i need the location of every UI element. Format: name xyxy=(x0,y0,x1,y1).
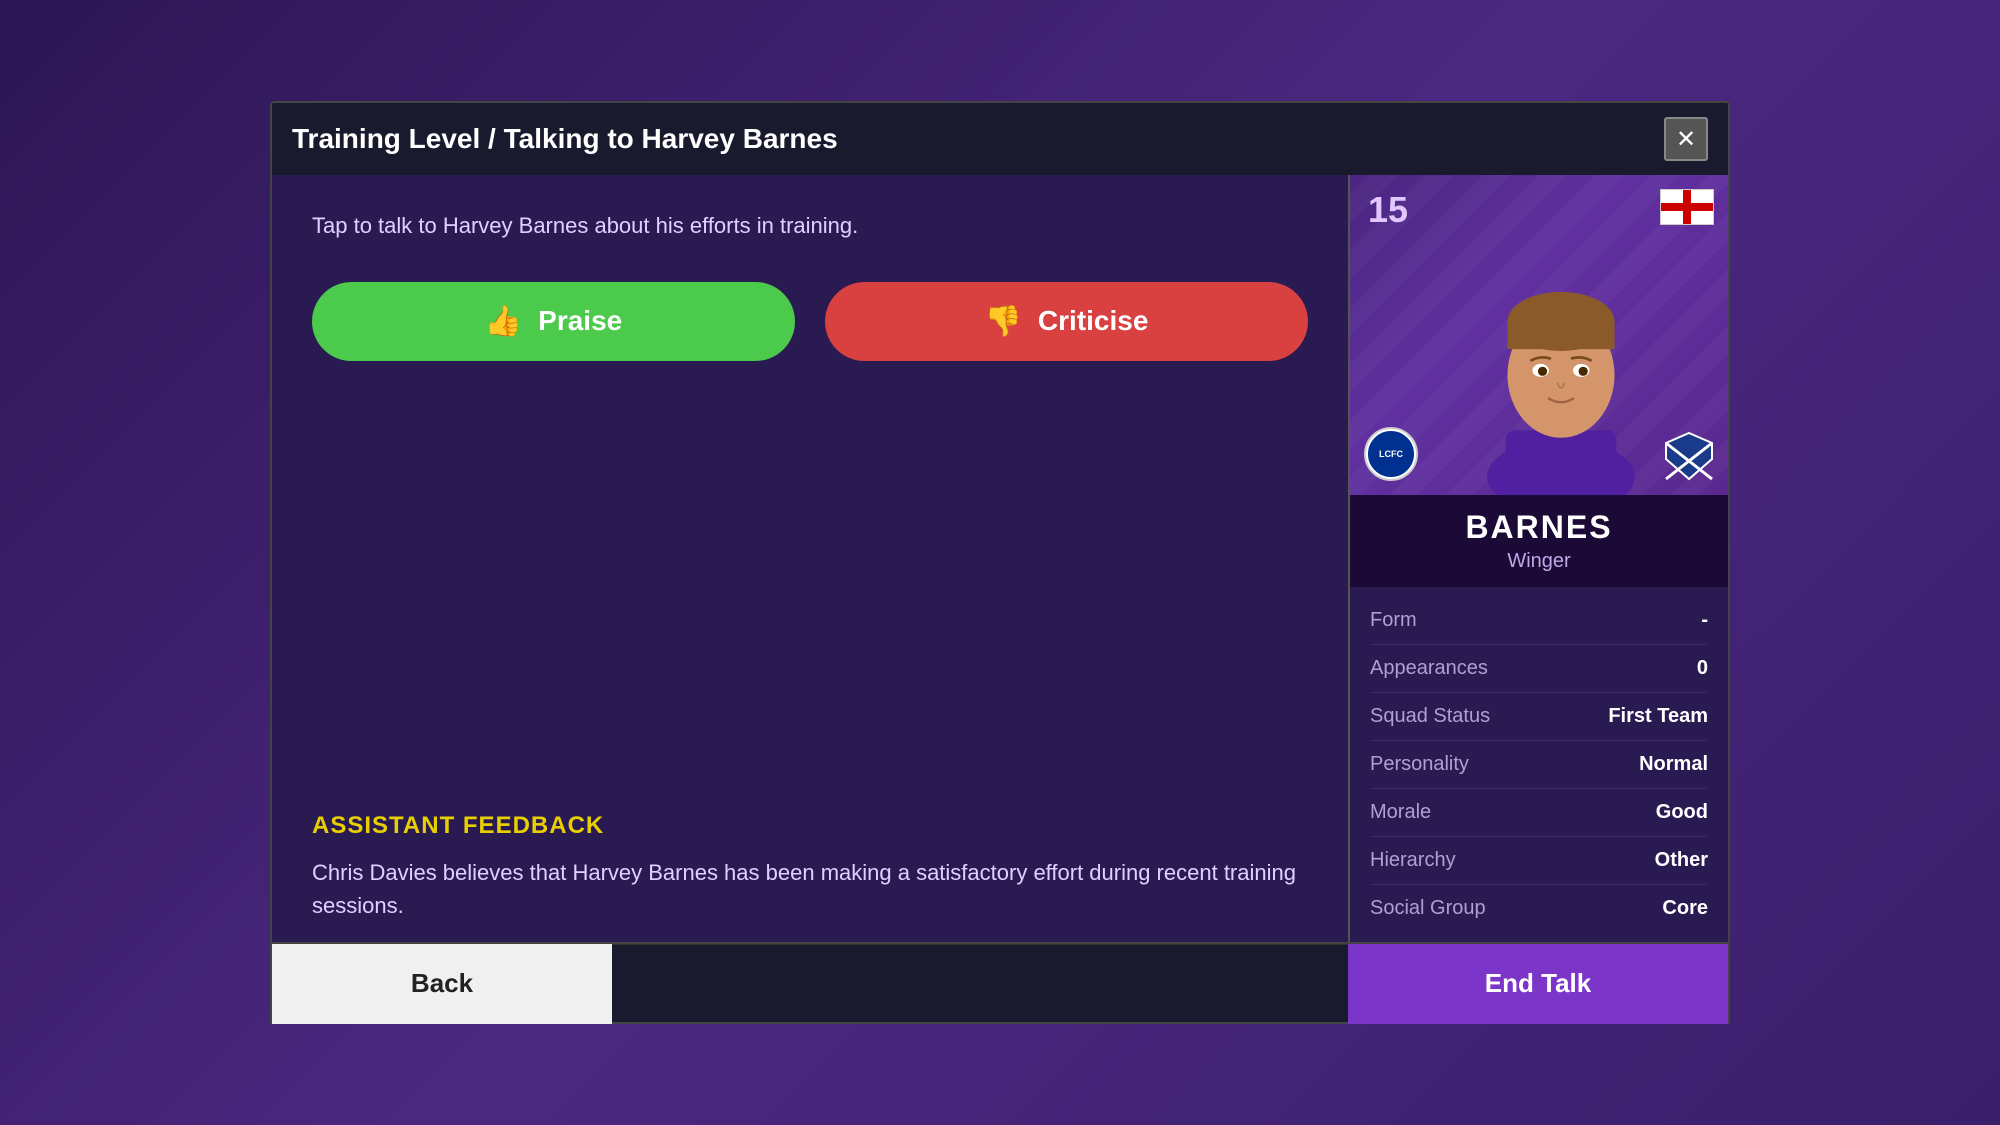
stat-row: Appearances 0 xyxy=(1370,645,1708,693)
flag-container xyxy=(1660,189,1714,225)
intro-text: Tap to talk to Harvey Barnes about his e… xyxy=(312,211,1308,242)
stats-section: Form - Appearances 0 Squad Status First Team P… xyxy=(1350,587,1728,942)
stat-value: Core xyxy=(1662,897,1708,920)
stat-value: Normal xyxy=(1639,753,1708,776)
player-face xyxy=(1451,235,1671,495)
modal-footer: Back End Talk xyxy=(270,944,1730,1024)
assistant-label: ASSISTANT FEEDBACK xyxy=(312,812,1308,840)
stat-value: First Team xyxy=(1608,705,1708,728)
stat-label: Personality xyxy=(1370,753,1469,776)
assistant-feedback-section: ASSISTANT FEEDBACK Chris Davies believes… xyxy=(312,812,1308,922)
club-logo xyxy=(1364,427,1418,481)
praise-label: Praise xyxy=(538,305,622,337)
stat-label: Form xyxy=(1370,609,1417,632)
country-shield-icon xyxy=(1664,431,1714,481)
praise-button[interactable]: 👍 Praise xyxy=(312,282,795,361)
modal-title: Training Level / Talking to Harvey Barne… xyxy=(292,123,838,155)
player-card: 15 xyxy=(1348,175,1728,942)
stat-row: Social Group Core xyxy=(1370,885,1708,932)
stat-label: Hierarchy xyxy=(1370,849,1456,872)
end-talk-button[interactable]: End Talk xyxy=(1348,944,1728,1024)
left-panel: Tap to talk to Harvey Barnes about his e… xyxy=(272,175,1348,942)
player-name: BARNES xyxy=(1366,509,1712,546)
player-card-header: 15 xyxy=(1350,175,1728,495)
player-number: 15 xyxy=(1368,189,1408,231)
action-buttons: 👍 Praise 👎 Criticise xyxy=(312,282,1308,361)
thumbs-up-icon: 👍 xyxy=(485,304,522,339)
england-flag xyxy=(1660,189,1714,225)
assistant-text: Chris Davies believes that Harvey Barnes… xyxy=(312,856,1308,922)
stat-value: 0 xyxy=(1697,657,1708,680)
stat-row: Hierarchy Other xyxy=(1370,837,1708,885)
stat-row: Personality Normal xyxy=(1370,741,1708,789)
stat-label: Squad Status xyxy=(1370,705,1490,728)
back-button[interactable]: Back xyxy=(272,944,612,1024)
title-bar: Training Level / Talking to Harvey Barne… xyxy=(270,101,1730,175)
stat-label: Appearances xyxy=(1370,657,1488,680)
stat-row: Squad Status First Team xyxy=(1370,693,1708,741)
modal-body: Tap to talk to Harvey Barnes about his e… xyxy=(270,175,1730,944)
criticise-button[interactable]: 👎 Criticise xyxy=(825,282,1308,361)
player-position: Winger xyxy=(1366,550,1712,573)
player-name-bar: BARNES Winger xyxy=(1350,495,1728,587)
close-button[interactable]: ✕ xyxy=(1664,117,1708,161)
stat-row: Morale Good xyxy=(1370,789,1708,837)
modal: Training Level / Talking to Harvey Barne… xyxy=(270,101,1730,1024)
stat-label: Social Group xyxy=(1370,897,1486,920)
stat-value: - xyxy=(1701,609,1708,632)
stat-label: Morale xyxy=(1370,801,1431,824)
stat-row: Form - xyxy=(1370,597,1708,645)
stat-value: Other xyxy=(1655,849,1708,872)
stat-value: Good xyxy=(1656,801,1708,824)
lcfc-badge-icon xyxy=(1366,429,1416,479)
thumbs-down-icon: 👎 xyxy=(985,304,1022,339)
criticise-label: Criticise xyxy=(1038,305,1149,337)
